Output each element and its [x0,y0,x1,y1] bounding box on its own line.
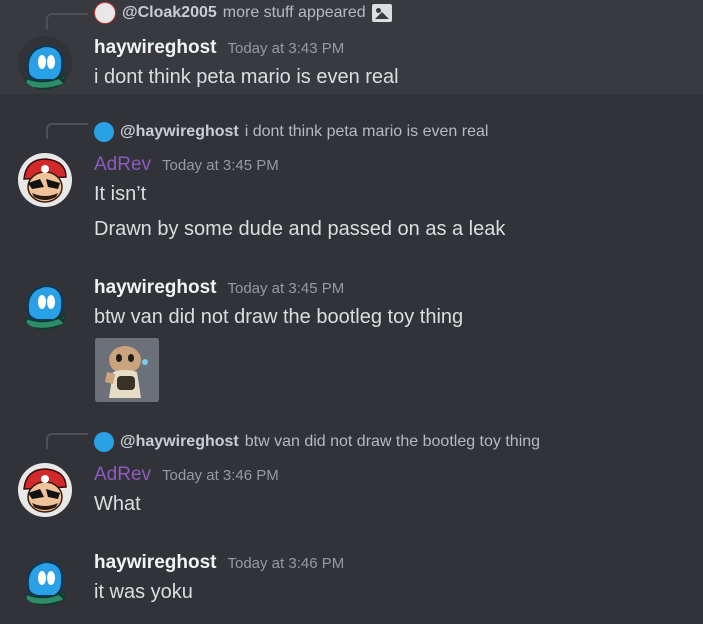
message-header: haywireghost Today at 3:46 PM [94,552,344,574]
image-icon [371,4,392,22]
message-3[interactable]: haywireghost Today at 3:45 PM btw van di… [0,272,703,412]
reply-text: i dont think peta mario is even real [244,123,489,140]
reply-text: btw van did not draw the bootleg toy thi… [244,433,541,450]
reply-preview[interactable]: @Cloak2005 more stuff appeared [94,2,392,24]
reply-mention[interactable]: @haywireghost [120,433,239,451]
reply-mention[interactable]: @Cloak2005 [122,4,217,22]
username[interactable]: haywireghost [94,277,216,299]
reply-connector [46,433,88,449]
message-2[interactable]: @haywireghost i dont think peta mario is… [0,110,703,246]
message-1[interactable]: @Cloak2005 more stuff appeared haywiregh… [0,0,703,94]
timestamp: Today at 3:45 PM [162,157,279,174]
reply-preview[interactable]: @haywireghost btw van did not draw the b… [94,432,540,452]
avatar[interactable] [18,276,72,330]
message-text: it was yoku [94,581,193,603]
message-5[interactable]: haywireghost Today at 3:46 PM it was yok… [0,546,703,624]
message-text: i dont think peta mario is even real [94,66,399,88]
username[interactable]: AdRev [94,464,151,486]
username[interactable]: AdRev [94,154,151,176]
message-text: What [94,493,141,515]
timestamp: Today at 3:45 PM [227,280,345,297]
reply-preview[interactable]: @haywireghost i dont think peta mario is… [94,122,488,142]
username[interactable]: haywireghost [94,552,216,574]
reply-avatar [94,432,114,452]
message-header: AdRev Today at 3:45 PM [94,154,279,176]
username[interactable]: haywireghost [94,37,216,59]
message-text: btw van did not draw the bootleg toy thi… [94,306,464,328]
avatar[interactable] [18,36,72,90]
reply-text: more stuff appeared [222,4,366,21]
reply-avatar [94,122,114,142]
message-text: It isn’t [94,183,147,205]
message-header: haywireghost Today at 3:43 PM [94,37,344,59]
avatar[interactable] [18,153,72,207]
timestamp: Today at 3:43 PM [227,40,345,57]
timestamp: Today at 3:46 PM [227,555,345,572]
timestamp: Today at 3:46 PM [162,467,279,484]
message-text: Drawn by some dude and passed on as a le… [94,218,506,240]
image-attachment[interactable] [95,338,159,402]
reply-mention[interactable]: @haywireghost [120,123,239,141]
message-header: AdRev Today at 3:46 PM [94,464,279,486]
reply-connector [46,13,88,29]
avatar[interactable] [18,463,72,517]
message-4[interactable]: @haywireghost btw van did not draw the b… [0,420,703,530]
reply-avatar [94,2,116,24]
message-header: haywireghost Today at 3:45 PM [94,277,344,299]
avatar[interactable] [18,552,72,606]
reply-connector [46,123,88,139]
